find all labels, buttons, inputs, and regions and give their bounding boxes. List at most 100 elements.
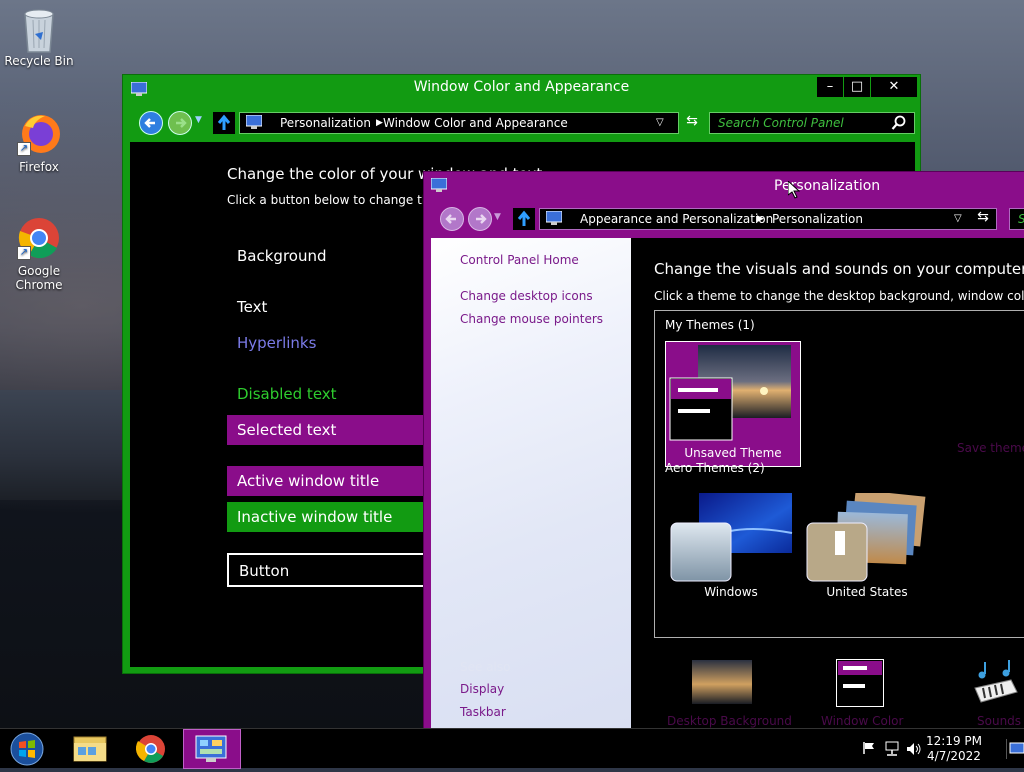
taskbar-file-explorer[interactable]	[61, 729, 119, 769]
window-title: Window Color and Appearance	[413, 79, 630, 95]
desktop-background-icon[interactable]	[692, 658, 752, 708]
link-change-mouse-pointers[interactable]: Change mouse pointers	[460, 312, 603, 326]
breadcrumb-appearance[interactable]: Appearance and Personalization	[580, 209, 773, 229]
aero-themes-label: Aero Themes (2)	[665, 461, 765, 475]
search-icon[interactable]	[891, 115, 907, 134]
forward-arrow-icon	[476, 214, 487, 224]
see-also-heading: See also	[460, 660, 511, 674]
item-background[interactable]: Background	[237, 247, 327, 265]
united-states-theme-label: United States	[826, 585, 908, 599]
control-panel-icon	[430, 177, 448, 195]
my-themes-label: My Themes (1)	[665, 318, 755, 332]
maximize-button[interactable]: □	[844, 77, 870, 97]
item-hyperlinks[interactable]: Hyperlinks	[237, 334, 316, 352]
clock-time: 12:19 PM	[926, 734, 982, 748]
item-disabled-text[interactable]: Disabled text	[237, 385, 337, 403]
taskbar-chrome[interactable]	[122, 729, 180, 769]
shortcut-arrow-icon: ↗	[17, 142, 31, 156]
control-panel-icon	[195, 735, 227, 762]
clock[interactable]: 12:19 PM 4/7/2022	[924, 734, 984, 764]
sounds-icon[interactable]	[971, 658, 1021, 708]
taskbar-control-panel[interactable]	[183, 729, 241, 769]
link-change-desktop-icons[interactable]: Change desktop icons	[460, 289, 593, 303]
firefox-icon: ↗	[17, 112, 61, 156]
unsaved-theme-tile[interactable]: Unsaved Theme	[665, 341, 801, 467]
windows-theme-label: Windows	[704, 585, 758, 599]
search-input[interactable]: S	[1009, 208, 1024, 230]
link-display[interactable]: Display	[460, 682, 504, 696]
control-panel-icon	[245, 114, 263, 135]
theme-list: My Themes (1) Unsaved Theme Save theme A…	[654, 310, 1024, 638]
close-button[interactable]: ✕	[871, 77, 917, 97]
control-panel-icon	[545, 210, 563, 231]
item-selected-text[interactable]: Selected text	[227, 415, 427, 445]
page-heading: Change the visuals and sounds on your co…	[654, 260, 1024, 278]
address-bar[interactable]: Appearance and Personalization ▶ Persona…	[539, 208, 997, 230]
unsaved-theme-label: Unsaved Theme	[684, 446, 782, 460]
chrome-label: Google Chrome	[15, 264, 63, 292]
breadcrumb-personalization[interactable]: Personalization	[772, 209, 863, 229]
navigation-bar: ▼ Appearance and Personalization ▶ Perso…	[434, 205, 1024, 233]
forward-button[interactable]	[468, 207, 492, 231]
minimize-button[interactable]: –	[817, 77, 843, 97]
breadcrumb-personalization[interactable]: Personalization	[280, 113, 371, 133]
search-input[interactable]: Search Control Panel	[709, 112, 915, 134]
action-center-flag-icon[interactable]	[862, 741, 876, 758]
firefox-label: Firefox	[19, 160, 59, 174]
chrome-icon: ↗	[17, 216, 61, 260]
windows-logo-icon	[10, 732, 44, 766]
address-bar[interactable]: Personalization ▶ Window Color and Appea…	[239, 112, 679, 134]
address-dropdown-icon[interactable]: ▽	[954, 209, 962, 229]
forward-button[interactable]	[168, 111, 192, 135]
mouse-cursor-icon	[787, 179, 801, 202]
desktop-icon-recycle-bin[interactable]: Recycle Bin	[1, 6, 77, 68]
navigation-bar: ▼ Personalization ▶ Window Color and App…	[133, 109, 915, 137]
back-arrow-icon	[445, 214, 456, 224]
item-active-window-title[interactable]: Active window title	[227, 466, 427, 496]
desktop-background-link[interactable]: Desktop Background	[667, 714, 792, 728]
item-text[interactable]: Text	[237, 298, 267, 316]
refresh-icon[interactable]: ⇆	[972, 209, 994, 229]
window-color-icon[interactable]	[836, 659, 884, 707]
taskbar: 12:19 PM 4/7/2022	[0, 728, 1024, 769]
link-taskbar[interactable]: Taskbar	[460, 705, 506, 719]
up-arrow-icon	[217, 114, 231, 130]
breadcrumb-separator-icon: ▶	[376, 118, 383, 128]
show-desktop-button[interactable]	[1006, 739, 1024, 759]
folder-icon	[73, 736, 107, 762]
save-theme-link[interactable]: Save theme	[957, 441, 1024, 455]
chrome-icon	[135, 735, 165, 763]
page-instructions: Click a theme to change the desktop back…	[654, 289, 1024, 303]
desktop-icon-firefox[interactable]: ↗ Firefox	[1, 112, 77, 174]
windows-theme-preview	[670, 493, 793, 582]
address-dropdown-icon[interactable]: ▽	[656, 113, 664, 133]
shortcut-arrow-icon: ↗	[17, 246, 31, 260]
network-icon[interactable]	[884, 741, 900, 760]
tasks-pane: Control Panel Home Change desktop icons …	[431, 238, 631, 729]
volume-icon[interactable]	[906, 741, 922, 760]
window-color-link[interactable]: Window Color	[821, 714, 903, 728]
theme-preview-image	[669, 345, 791, 441]
start-button[interactable]	[0, 729, 54, 769]
desktop-wallpaper-sea	[0, 390, 130, 500]
united-states-theme-preview	[806, 489, 926, 582]
sounds-link[interactable]: Sounds	[977, 714, 1021, 728]
back-button[interactable]	[440, 207, 464, 231]
up-level-button[interactable]	[213, 112, 235, 134]
desktop-icon-chrome[interactable]: ↗ Google Chrome	[1, 216, 77, 292]
breadcrumb-separator-icon: ▶	[757, 214, 764, 224]
recent-pages-dropdown-icon[interactable]: ▼	[195, 115, 202, 125]
refresh-icon[interactable]: ⇆	[681, 113, 703, 133]
item-inactive-window-title[interactable]: Inactive window title	[227, 502, 427, 532]
item-button[interactable]: Button	[227, 553, 427, 587]
forward-arrow-icon	[176, 118, 187, 128]
united-states-theme-tile[interactable]: United States	[805, 489, 933, 603]
windows-theme-tile[interactable]: Windows	[669, 493, 797, 603]
recent-pages-dropdown-icon[interactable]: ▼	[494, 212, 501, 222]
back-button[interactable]	[139, 111, 163, 135]
up-level-button[interactable]	[513, 208, 535, 230]
recycle-bin-icon	[17, 6, 61, 53]
breadcrumb-window-color[interactable]: Window Color and Appearance	[383, 113, 568, 133]
link-control-panel-home[interactable]: Control Panel Home	[460, 253, 579, 267]
recycle-bin-label: Recycle Bin	[4, 54, 74, 68]
